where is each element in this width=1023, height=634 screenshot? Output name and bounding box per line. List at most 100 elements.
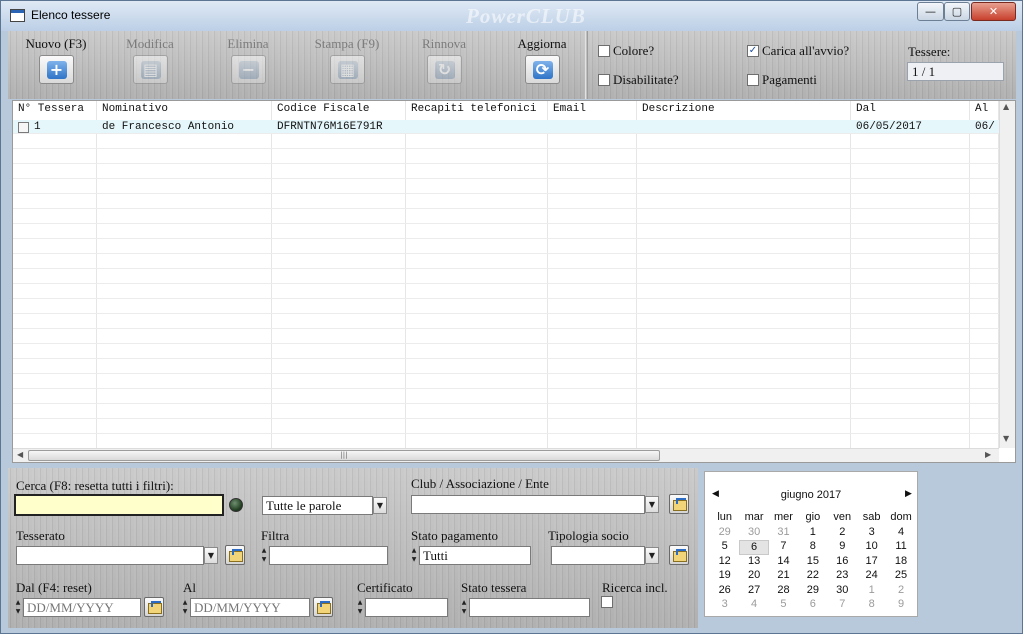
tesserato-select[interactable]	[16, 546, 204, 565]
calendar-day[interactable]: 2	[886, 584, 915, 599]
header-recapiti[interactable]: Recapiti telefonici	[411, 103, 536, 115]
scroll-up-icon[interactable]: ▲	[1003, 102, 1009, 111]
calendar-day[interactable]: 4	[739, 598, 768, 613]
calendar-day[interactable]: 10	[857, 540, 886, 555]
certificato-input[interactable]	[365, 598, 448, 617]
carica-avvio-checkbox[interactable]: ✓ Carica all'avvio?	[747, 43, 849, 59]
calendar-day[interactable]: 24	[857, 569, 886, 584]
calendar-day[interactable]: 9	[828, 540, 857, 555]
calendar-month-title[interactable]: giugno 2017	[705, 489, 917, 501]
scroll-down-icon[interactable]: ▼	[1003, 434, 1009, 443]
al-date-input[interactable]	[190, 598, 310, 617]
print-button[interactable]: ▦	[329, 55, 365, 84]
calendar-day[interactable]: 5	[710, 540, 739, 555]
filtra-input[interactable]	[269, 546, 388, 565]
calendar-day[interactable]: 3	[857, 526, 886, 541]
stato-tessera-input[interactable]	[469, 598, 590, 617]
header-al[interactable]: Al	[975, 103, 988, 115]
calendar-day[interactable]: 6	[798, 598, 827, 613]
chevron-down-icon[interactable]: ▼	[645, 547, 659, 564]
calendar-day[interactable]: 3	[710, 598, 739, 613]
al-calendar-icon[interactable]	[313, 597, 333, 617]
chevron-down-icon[interactable]: ▼	[204, 547, 218, 564]
carica-avvio-box[interactable]: ✓	[747, 45, 759, 57]
al-spinner-icon[interactable]: ▲ ▼	[181, 598, 189, 617]
header-email[interactable]: Email	[553, 103, 586, 115]
scroll-right-icon[interactable]: ▶	[985, 450, 991, 459]
dal-spinner-icon[interactable]: ▲ ▼	[14, 598, 22, 617]
certificato-spinner-icon[interactable]: ▲ ▼	[356, 598, 364, 617]
calendar-day[interactable]: 26	[710, 584, 739, 599]
minimize-button[interactable]: —	[917, 2, 944, 21]
calendar-day[interactable]: 23	[828, 569, 857, 584]
header-nominativo[interactable]: Nominativo	[102, 103, 168, 115]
search-mode-select[interactable]: Tutte le parole	[262, 496, 373, 515]
calendar-day[interactable]: 31	[769, 526, 798, 541]
horizontal-scrollbar[interactable]: ◀ ||| ▶	[13, 448, 999, 462]
tesserato-lookup-icon[interactable]	[225, 545, 245, 565]
horizontal-scroll-thumb[interactable]: |||	[28, 450, 660, 461]
header-descrizione[interactable]: Descrizione	[642, 103, 715, 115]
new-button[interactable]: +	[38, 55, 74, 84]
calendar-day[interactable]: 25	[886, 569, 915, 584]
calendar-day[interactable]: 12	[710, 555, 739, 570]
calendar-day[interactable]: 9	[886, 598, 915, 613]
header-codice-fiscale[interactable]: Codice Fiscale	[277, 103, 369, 115]
row-checkbox[interactable]	[18, 122, 29, 133]
calendar-day[interactable]: 22	[798, 569, 827, 584]
next-month-icon[interactable]: ▶	[905, 489, 912, 499]
calendar-day[interactable]: 6	[739, 540, 769, 555]
colore-checkbox[interactable]: Colore?	[598, 43, 654, 59]
pagamenti-box[interactable]	[747, 74, 759, 86]
tipologia-select[interactable]	[551, 546, 645, 565]
calendar-day[interactable]: 28	[769, 584, 798, 599]
table-row[interactable]: 1 de Francesco Antonio DFRNTN76M16E791R …	[13, 120, 999, 134]
ricerca-incl-box[interactable]	[601, 596, 613, 608]
calendar-day[interactable]: 1	[798, 526, 827, 541]
maximize-button[interactable]: ▢	[944, 2, 970, 21]
calendar-day[interactable]: 29	[710, 526, 739, 541]
chevron-down-icon[interactable]: ▼	[645, 496, 659, 513]
window-app-icon[interactable]	[10, 9, 25, 22]
dal-calendar-icon[interactable]	[144, 597, 164, 617]
calendar-day[interactable]: 20	[739, 569, 768, 584]
calendar-day[interactable]: 14	[769, 555, 798, 570]
scroll-left-icon[interactable]: ◀	[17, 450, 23, 459]
dal-date-input[interactable]	[23, 598, 141, 617]
calendar-day[interactable]: 30	[739, 526, 768, 541]
calendar-day[interactable]: 2	[828, 526, 857, 541]
club-lookup-icon[interactable]	[669, 494, 689, 514]
calendar-day[interactable]: 19	[710, 569, 739, 584]
calendar-day[interactable]: 8	[857, 598, 886, 613]
calendar-day[interactable]: 5	[769, 598, 798, 613]
tipologia-lookup-icon[interactable]	[669, 545, 689, 565]
calendar-day[interactable]: 29	[798, 584, 827, 599]
calendar-day[interactable]: 18	[886, 555, 915, 570]
edit-button[interactable]: ▤	[132, 55, 168, 84]
calendar-day[interactable]: 11	[886, 540, 915, 555]
delete-button[interactable]: −	[230, 55, 266, 84]
close-button[interactable]: ✕	[971, 2, 1016, 21]
header-tessera[interactable]: N° Tessera	[18, 103, 84, 115]
calendar-day[interactable]: 17	[857, 555, 886, 570]
calendar-day[interactable]: 7	[769, 540, 798, 555]
disabilitate-checkbox[interactable]: Disabilitate?	[598, 72, 679, 88]
header-dal[interactable]: Dal	[856, 103, 876, 115]
chevron-down-icon[interactable]: ▼	[373, 497, 387, 514]
calendar-day[interactable]: 7	[828, 598, 857, 613]
calendar-day[interactable]: 30	[828, 584, 857, 599]
colore-box[interactable]	[598, 45, 610, 57]
vertical-scrollbar[interactable]: ▲ ▼	[999, 101, 1015, 448]
search-input[interactable]	[14, 494, 224, 516]
calendar-day[interactable]: 27	[739, 584, 768, 599]
stato-tessera-spinner-icon[interactable]: ▲ ▼	[460, 598, 468, 617]
calendar-day[interactable]: 15	[798, 555, 827, 570]
stato-pagamento-input[interactable]: Tutti	[419, 546, 531, 565]
pagamenti-checkbox[interactable]: Pagamenti	[747, 72, 817, 88]
calendar-day[interactable]: 4	[886, 526, 915, 541]
calendar-day[interactable]: 13	[739, 555, 768, 570]
ricerca-incl-checkbox[interactable]	[601, 596, 616, 608]
filtra-spinner-icon[interactable]: ▲ ▼	[260, 546, 268, 565]
disabilitate-box[interactable]	[598, 74, 610, 86]
calendar-day[interactable]: 8	[798, 540, 827, 555]
